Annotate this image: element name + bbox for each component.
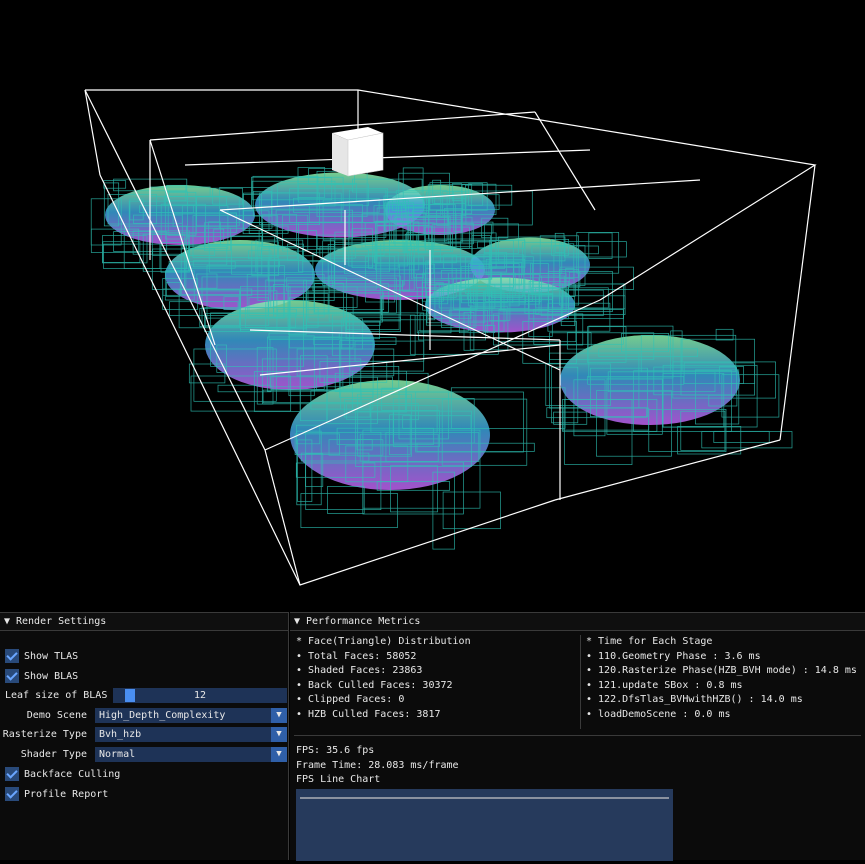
shader-type-value: Normal xyxy=(99,749,136,760)
backface-culling-checkbox[interactable]: Backface Culling xyxy=(5,767,120,783)
list-item: • 122.DfsTlas_BVHwithHZB() : 14.0 ms xyxy=(586,694,803,705)
show-blas-checkbox[interactable]: Show BLAS xyxy=(5,669,78,685)
mesh-blob xyxy=(165,240,315,310)
blas-box xyxy=(713,430,770,443)
stage-times: * Time for Each Stage • 110.Geometry Pha… xyxy=(586,635,857,722)
list-item: • HZB Culled Faces: 3817 xyxy=(296,708,441,720)
show-blas-label: Show BLAS xyxy=(24,671,79,682)
chevron-down-icon[interactable]: ▼ xyxy=(271,708,287,723)
list-item: • 110.Geometry Phase : 3.6 ms xyxy=(586,650,761,662)
fps-chart-title: FPS Line Chart xyxy=(296,774,381,785)
performance-metrics-title: Performance Metrics xyxy=(306,616,421,627)
shader-type-label: Shader Type xyxy=(20,749,87,760)
leaf-size-label: Leaf size of BLAS xyxy=(5,690,108,701)
leaf-size-slider[interactable]: 12 xyxy=(113,688,287,703)
list-item: • Clipped Faces: 0 xyxy=(296,694,405,705)
list-item: • Total Faces: 58052 xyxy=(296,650,417,662)
performance-metrics-panel: ▼ Performance Metrics * Face(Triangle) Di… xyxy=(290,612,865,861)
demo-scene-dropdown[interactable]: High_Depth_Complexity ▼ xyxy=(95,708,287,723)
blas-box xyxy=(701,431,793,449)
render-settings-title: Render Settings xyxy=(16,616,107,627)
light-cube xyxy=(332,127,384,177)
tlas-boxes xyxy=(84,89,817,586)
frame-time-readout: Frame Time: 28.083 ms/frame xyxy=(296,759,459,771)
profile-report-label: Profile Report xyxy=(24,789,109,800)
divider xyxy=(294,735,861,736)
list-item: • Back Culled Faces: 30372 xyxy=(296,679,453,691)
shader-type-dropdown[interactable]: Normal ▼ xyxy=(95,747,287,762)
face-distribution: * Face(Triangle) Distribution • Total Fa… xyxy=(296,635,471,722)
fps-line-chart xyxy=(296,789,673,861)
rasterize-type-dropdown[interactable]: Bvh_hzb ▼ xyxy=(95,727,287,742)
fps-readout: FPS: 35.6 fps xyxy=(296,745,375,756)
blas-box xyxy=(715,328,734,341)
blas-box xyxy=(442,491,501,530)
stage-times-title: * Time for Each Stage xyxy=(586,636,713,647)
triangle-down-icon: ▼ xyxy=(4,616,11,627)
blas-box xyxy=(103,243,161,269)
profile-report-checkbox[interactable]: Profile Report xyxy=(5,787,108,803)
rasterize-type-label: Rasterize Type xyxy=(2,729,87,740)
show-tlas-checkbox[interactable]: Show TLAS xyxy=(5,649,78,665)
check-icon xyxy=(5,649,19,663)
face-distribution-title: * Face(Triangle) Distribution xyxy=(296,636,471,647)
triangle-down-icon: ▼ xyxy=(294,616,301,627)
list-item: • 120.Rasterize Phase(HZB_BVH mode) : 14… xyxy=(586,665,857,676)
check-icon xyxy=(5,787,19,801)
blas-box xyxy=(103,180,127,189)
fps-block: FPS: 35.6 fps Frame Time: 28.083 ms/fram… xyxy=(296,744,459,788)
chevron-down-icon[interactable]: ▼ xyxy=(271,747,287,762)
column-divider xyxy=(580,635,581,729)
fps-line-chart-plot xyxy=(300,797,669,799)
demo-scene-value: High_Depth_Complexity xyxy=(99,710,226,721)
show-tlas-label: Show TLAS xyxy=(24,651,79,662)
render-settings-panel: ▼ Render Settings Show TLAS Show BLAS Lea… xyxy=(0,612,289,860)
chevron-down-icon[interactable]: ▼ xyxy=(271,727,287,742)
list-item: • loadDemoScene : 0.0 ms xyxy=(586,708,731,720)
leaf-size-value: 12 xyxy=(193,690,207,701)
list-item: • 121.update SBox : 0.8 ms xyxy=(586,679,743,691)
performance-metrics-header[interactable]: ▼ Performance Metrics xyxy=(290,613,865,631)
backface-culling-label: Backface Culling xyxy=(24,769,121,780)
blas-box xyxy=(300,493,398,528)
demo-scene-label: Demo Scene xyxy=(26,710,87,721)
rasterize-type-value: Bvh_hzb xyxy=(99,729,142,740)
check-icon xyxy=(5,669,19,683)
list-item: • Shaded Faces: 23863 xyxy=(296,665,423,676)
bvh-scene-render xyxy=(84,89,817,586)
check-icon xyxy=(5,767,19,781)
render-settings-header[interactable]: ▼ Render Settings xyxy=(0,613,288,631)
3d-viewport[interactable] xyxy=(0,0,865,612)
